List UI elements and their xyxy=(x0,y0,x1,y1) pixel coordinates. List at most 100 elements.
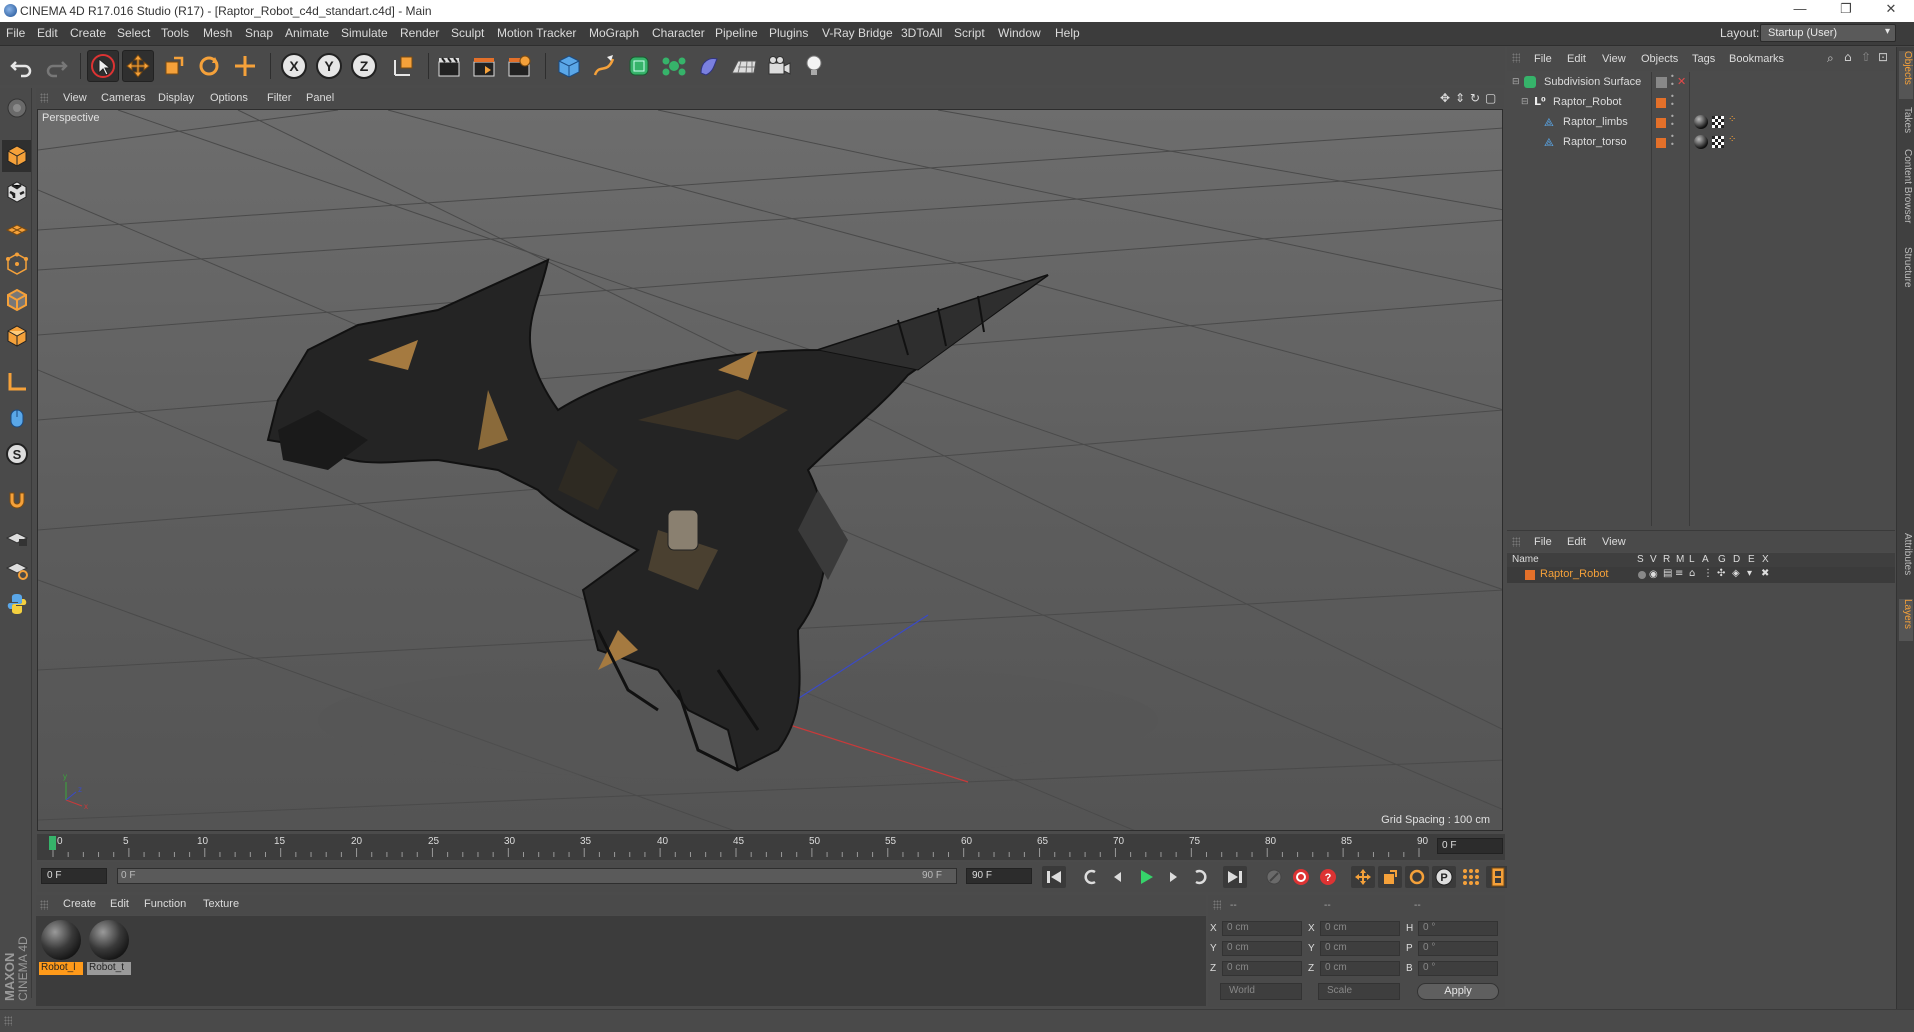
previous-frame-button[interactable] xyxy=(1106,866,1130,888)
snapping-button[interactable]: S xyxy=(2,438,31,470)
render-clapper-icon[interactable]: ▤ xyxy=(1663,568,1672,579)
deformer-icon[interactable]: ◈ xyxy=(1732,568,1740,579)
play-button[interactable] xyxy=(1134,866,1158,888)
size-y-field[interactable]: 0 cm xyxy=(1320,941,1400,956)
column-manager[interactable]: M xyxy=(1676,554,1684,565)
autokey-button[interactable] xyxy=(1289,866,1313,888)
layer-swatch-icon[interactable] xyxy=(1656,138,1666,148)
tab-attributes[interactable]: Attributes xyxy=(1899,533,1913,593)
visibility-dots-icon[interactable]: • • xyxy=(1670,113,1675,129)
uvw-tag-icon[interactable] xyxy=(1712,136,1724,148)
object-row[interactable]: ⟁ Raptor_limbs • • ⁘ xyxy=(1507,113,1895,133)
maximize-button[interactable]: ❐ xyxy=(1823,1,1869,21)
move-tool-button[interactable] xyxy=(122,50,154,82)
material-menu-edit[interactable]: Edit xyxy=(110,898,129,910)
manager-list-icon[interactable]: ≡ xyxy=(1675,568,1683,579)
layer-color-swatch[interactable] xyxy=(1525,570,1535,580)
end-frame-field[interactable]: 90 F xyxy=(966,868,1032,884)
key-rotation-button[interactable] xyxy=(1405,866,1429,888)
x-axis-lock-button[interactable]: X xyxy=(278,50,310,82)
column-xref[interactable]: X xyxy=(1762,554,1769,565)
viewport-menu-cameras[interactable]: Cameras xyxy=(101,92,146,104)
model-mode-button[interactable] xyxy=(2,140,31,172)
eye-icon[interactable]: ◉ xyxy=(1649,569,1658,580)
object-menu-objects[interactable]: Objects xyxy=(1641,53,1678,65)
keyframe-selection-button[interactable]: ? xyxy=(1316,866,1340,888)
lock-icon[interactable]: ⌂ xyxy=(1689,568,1695,579)
go-to-end-button[interactable] xyxy=(1223,866,1247,888)
frame-range-slider[interactable]: 0 F 90 F xyxy=(117,868,957,884)
column-render[interactable]: R xyxy=(1663,554,1670,565)
key-parameter-button[interactable]: P xyxy=(1432,866,1456,888)
column-name[interactable]: Name xyxy=(1512,554,1539,565)
rotate-tool-button[interactable] xyxy=(193,50,225,82)
object-name[interactable]: Raptor_Robot xyxy=(1553,96,1622,108)
viewport-maximize-icon[interactable]: ▢ xyxy=(1485,91,1496,105)
viewport-zoom-icon[interactable]: ⇕ xyxy=(1455,91,1465,105)
undo-button[interactable] xyxy=(6,50,38,82)
rotation-h-field[interactable]: 0 ° xyxy=(1418,921,1498,936)
generator-icon[interactable]: ✣ xyxy=(1717,568,1725,579)
axis-mode-button[interactable] xyxy=(2,366,31,398)
column-view[interactable]: V xyxy=(1650,554,1657,565)
material-menu-create[interactable]: Create xyxy=(63,898,96,910)
menu-plugins[interactable]: Plugins xyxy=(769,26,808,40)
tab-takes[interactable]: Takes xyxy=(1899,107,1913,141)
close-button[interactable]: ✕ xyxy=(1868,1,1914,21)
scale-tool-button[interactable] xyxy=(158,50,190,82)
timeline-ruler[interactable]: 0 5 10 15 20 25 30 35 40 45 50 55 60 65 … xyxy=(37,834,1505,860)
menu-character[interactable]: Character xyxy=(652,26,705,40)
menu-help[interactable]: Help xyxy=(1055,26,1080,40)
tab-objects[interactable]: Objects xyxy=(1899,51,1913,99)
menu-animate[interactable]: Animate xyxy=(285,26,329,40)
previous-keyframe-button[interactable] xyxy=(1079,866,1103,888)
viewport-menu-view[interactable]: View xyxy=(63,92,87,104)
coordinate-system-button[interactable] xyxy=(388,50,420,82)
tab-structure[interactable]: Structure xyxy=(1899,247,1913,303)
material-tag-icon[interactable] xyxy=(1694,135,1708,149)
viewport-menu-display[interactable]: Display xyxy=(158,92,194,104)
collapse-toggle-icon[interactable]: ⊟ xyxy=(1521,97,1529,107)
rotation-b-field[interactable]: 0 ° xyxy=(1418,961,1498,976)
planar-workplane-button[interactable] xyxy=(2,552,31,584)
material-swatch[interactable]: Robot_l xyxy=(39,920,83,975)
subdivision-surface-button[interactable] xyxy=(623,50,655,82)
next-frame-button[interactable] xyxy=(1161,866,1185,888)
selection-tag-icon[interactable]: ⁘ xyxy=(1728,134,1736,145)
points-mode-button[interactable] xyxy=(2,248,31,280)
texture-mode-button[interactable] xyxy=(2,176,31,208)
selection-tag-icon[interactable]: ⁘ xyxy=(1728,114,1736,125)
object-row[interactable]: ⟁ Raptor_torso • • ⁘ xyxy=(1507,133,1895,153)
record-active-button[interactable] xyxy=(1262,866,1286,888)
up-arrow-icon[interactable]: ⇧ xyxy=(1861,50,1871,64)
rotation-p-field[interactable]: 0 ° xyxy=(1418,941,1498,956)
object-row[interactable]: ⊟ Subdivision Surface • • ✕ xyxy=(1507,73,1895,93)
cloner-button[interactable] xyxy=(658,50,690,82)
redo-button[interactable] xyxy=(40,50,72,82)
menu-select[interactable]: Select xyxy=(117,26,150,40)
size-z-field[interactable]: 0 cm xyxy=(1320,961,1400,976)
timeline-track[interactable]: 0 5 10 15 20 25 30 35 40 45 50 55 60 65 … xyxy=(49,834,1428,858)
viewport-rotate-icon[interactable]: ↻ xyxy=(1470,91,1480,105)
tab-layers[interactable]: Layers xyxy=(1899,599,1913,641)
material-swatch[interactable]: Robot_t xyxy=(87,920,131,975)
position-x-field[interactable]: 0 cm xyxy=(1222,921,1302,936)
light-button[interactable] xyxy=(798,50,830,82)
menu-create[interactable]: Create xyxy=(70,26,106,40)
object-name[interactable]: Raptor_torso xyxy=(1563,136,1627,148)
layer-menu-edit[interactable]: Edit xyxy=(1567,536,1586,548)
search-icon[interactable]: ⌕ xyxy=(1827,51,1834,66)
menu-script[interactable]: Script xyxy=(954,26,985,40)
key-pla-button[interactable] xyxy=(1459,866,1483,888)
layout-dropdown[interactable]: Startup (User) xyxy=(1760,24,1896,42)
expression-icon[interactable]: ▾ xyxy=(1747,568,1752,579)
object-menu-view[interactable]: View xyxy=(1602,53,1626,65)
current-frame-field[interactable]: 0 F xyxy=(1437,838,1503,854)
menu-mesh[interactable]: Mesh xyxy=(203,26,232,40)
layer-menu-view[interactable]: View xyxy=(1602,536,1626,548)
edges-mode-button[interactable] xyxy=(2,284,31,316)
menu-pipeline[interactable]: Pipeline xyxy=(715,26,758,40)
animation-icon[interactable]: ⋮ xyxy=(1703,568,1713,579)
new-view-icon[interactable]: ⊡ xyxy=(1878,50,1888,64)
menu-file[interactable]: File xyxy=(6,26,25,40)
